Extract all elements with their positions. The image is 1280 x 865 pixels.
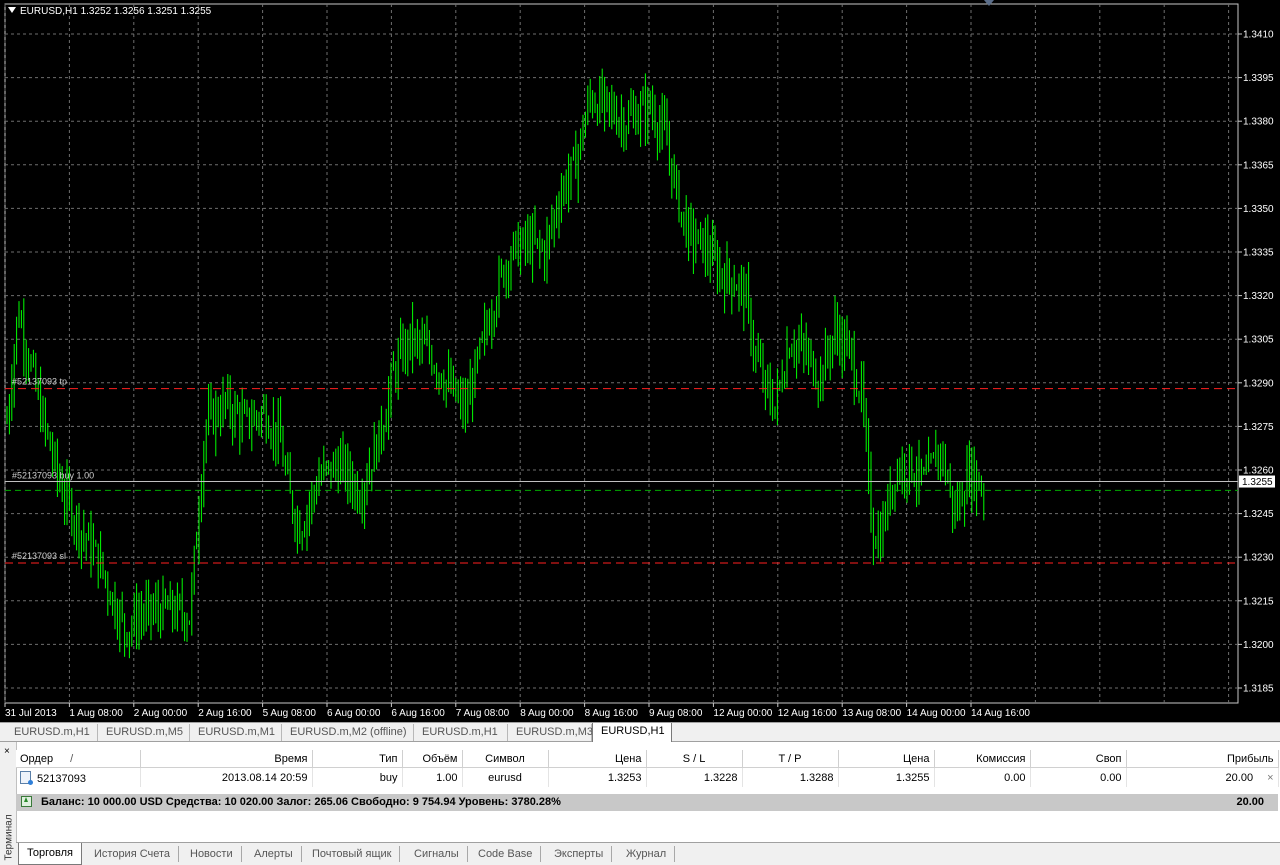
column-header-time[interactable]: Время: [140, 750, 313, 768]
price-axis-label: 1.3305: [1243, 335, 1274, 346]
orders-header-row: Ордер / Время Тип Объём Символ Цена S / …: [16, 750, 1279, 768]
price-axis-label: 1.3230: [1243, 553, 1274, 564]
terminal-tab[interactable]: Журнал: [618, 846, 676, 862]
terminal-panel: × Терминал Ордер / Время Тип Объём Симво…: [0, 742, 1280, 865]
time-axis-label: 5 Aug 08:00: [263, 708, 317, 719]
column-header-volume[interactable]: Объём: [402, 750, 463, 768]
chart-shift-marker-icon[interactable]: [984, 0, 994, 6]
symbol-tab[interactable]: EURUSD,H1: [592, 723, 672, 743]
candles-series[interactable]: [6, 68, 985, 659]
chart-menu-triangle-icon[interactable]: [8, 7, 16, 13]
time-axis-label: 1 Aug 08:00: [69, 708, 123, 719]
order-profit-cell: 20.00 ×: [1126, 767, 1279, 787]
price-chart[interactable]: 1.3410 1.3395 1.3380 1.3365 1.3350 1.3335 1.33…: [0, 0, 1280, 722]
order-swap-cell: 0.00: [1030, 767, 1127, 787]
symbol-tab[interactable]: EURUSD.m,M1: [190, 724, 282, 741]
time-axis-label: 8 Aug 16:00: [585, 708, 639, 719]
price-axis-label: 1.3380: [1243, 117, 1274, 128]
sort-indicator-icon: /: [70, 752, 74, 765]
time-axis-label: 14 Aug 16:00: [971, 708, 1030, 719]
time-axis-label: 13 Aug 08:00: [842, 708, 901, 719]
terminal-close-icon[interactable]: ×: [4, 746, 10, 757]
terminal-tab[interactable]: Алерты: [246, 846, 302, 862]
time-axis-label: 14 Aug 00:00: [907, 708, 966, 719]
symbol-tab[interactable]: EURUSD.m,H1: [6, 724, 98, 741]
symbol-tab[interactable]: EURUSD.m,M30: [508, 724, 599, 741]
column-header-profit[interactable]: Прибыль: [1126, 750, 1279, 768]
terminal-tab[interactable]: История Счета: [86, 846, 180, 862]
symbol-tabs-bar: EURUSD.m,H1 EURUSD.m,M5 EURUSD.m,M1 EURUSD.…: [0, 722, 1280, 743]
column-header-swap[interactable]: Своп: [1030, 750, 1127, 768]
orders-table: Ордер / Время Тип Объём Символ Цена S / …: [16, 750, 1279, 787]
table-row[interactable]: 52137093 2013.08.14 20:59 buy 1.00 eurus…: [16, 767, 1279, 787]
price-axis-label: 1.3185: [1243, 684, 1274, 695]
terminal-tab[interactable]: Code Base: [470, 846, 542, 862]
price-axis-label: 1.3320: [1243, 291, 1274, 302]
terminal-tab[interactable]: Новости: [182, 846, 242, 862]
price-axis-label: 1.3410: [1243, 30, 1274, 41]
time-axis-label: 12 Aug 00:00: [713, 708, 772, 719]
column-header-symbol[interactable]: Символ: [462, 750, 549, 768]
buy-order-icon: [20, 770, 33, 785]
price-axis-label: 1.3290: [1243, 378, 1274, 389]
order-open-price-cell: 1.3253: [548, 767, 647, 787]
column-header-price[interactable]: Цена: [838, 750, 935, 768]
price-axis-label: 1.3395: [1243, 73, 1274, 84]
terminal-tabs-bar: Торговля История Счета Новости Алерты Почтов…: [16, 842, 1280, 865]
time-axis-label: 8 Aug 00:00: [520, 708, 574, 719]
column-header-type[interactable]: Тип: [312, 750, 403, 768]
terminal-tab[interactable]: Торговля: [18, 843, 82, 865]
balance-profit-total: 20.00: [1236, 796, 1264, 808]
time-axis-label: 12 Aug 16:00: [778, 708, 837, 719]
terminal-side-label: Терминал: [3, 814, 15, 861]
price-axis-label: 1.3335: [1243, 248, 1274, 259]
column-header-order[interactable]: Ордер /: [16, 750, 141, 768]
balance-up-arrow-icon: [21, 796, 32, 807]
time-axis-label: 6 Aug 16:00: [391, 708, 445, 719]
terminal-sidebar: × Терминал: [0, 742, 17, 865]
current-price-label: 1.3255: [1242, 477, 1273, 488]
order-line-label-buy: #52137093 buy 1.00: [12, 471, 94, 481]
price-axis-label: 1.3215: [1243, 596, 1274, 607]
symbol-tab[interactable]: EURUSD.m,M5: [98, 724, 190, 741]
price-axis-label: 1.3350: [1243, 204, 1274, 215]
chart-canvas[interactable]: 1.3410 1.3395 1.3380 1.3365 1.3350 1.3335 1.33…: [0, 0, 1280, 722]
terminal-tab[interactable]: Эксперты: [546, 846, 613, 862]
price-axis-label: 1.3245: [1243, 509, 1274, 520]
time-axis-label: 6 Aug 00:00: [327, 708, 381, 719]
chart-title: EURUSD,H1 1.3252 1.3256 1.3251 1.3255: [8, 6, 211, 17]
chart-title-text: EURUSD,H1 1.3252 1.3256 1.3251 1.3255: [20, 6, 212, 17]
order-tp-cell[interactable]: 1.3288: [742, 767, 839, 787]
order-ticket-cell[interactable]: 52137093: [16, 767, 141, 787]
column-header-commission[interactable]: Комиссия: [934, 750, 1031, 768]
order-type-cell: buy: [312, 767, 403, 787]
time-axis-label: 31 Jul 2013: [5, 708, 57, 719]
time-axis-label: 2 Aug 00:00: [134, 708, 188, 719]
price-axis-label: 1.3200: [1243, 640, 1274, 651]
terminal-tab[interactable]: Сигналы: [406, 846, 468, 862]
time-axis-label: 9 Aug 08:00: [649, 708, 703, 719]
close-order-icon[interactable]: ×: [1267, 772, 1273, 784]
order-commission-cell: 0.00: [934, 767, 1031, 787]
order-symbol-cell: eurusd: [462, 767, 549, 787]
order-time-cell: 2013.08.14 20:59: [140, 767, 313, 787]
terminal-tab[interactable]: Почтовый ящик: [304, 846, 401, 862]
column-header-open-price[interactable]: Цена: [548, 750, 647, 768]
order-sl-cell[interactable]: 1.3228: [646, 767, 743, 787]
balance-summary-row: Баланс: 10 000.00 USD Средства: 10 020.0…: [16, 794, 1278, 811]
time-axis-label: 2 Aug 16:00: [198, 708, 252, 719]
price-axis-label: 1.3260: [1243, 466, 1274, 477]
symbol-tab[interactable]: EURUSD.m,M2 (offline): [282, 724, 414, 741]
order-volume-cell: 1.00: [402, 767, 463, 787]
order-line-label-sl: #52137093 sl: [12, 551, 66, 561]
time-axis-label: 7 Aug 08:00: [456, 708, 510, 719]
order-price-cell: 1.3255: [838, 767, 935, 787]
symbol-tab[interactable]: EURUSD.m,H1: [414, 724, 508, 741]
column-header-sl[interactable]: S / L: [646, 750, 743, 768]
order-line-label-tp: #52137093 tp: [12, 377, 67, 387]
price-axis-label: 1.3275: [1243, 422, 1274, 433]
price-axis-label: 1.3365: [1243, 160, 1274, 171]
column-header-tp[interactable]: T / P: [742, 750, 839, 768]
balance-summary-text: Баланс: 10 000.00 USD Средства: 10 020.0…: [41, 796, 561, 808]
